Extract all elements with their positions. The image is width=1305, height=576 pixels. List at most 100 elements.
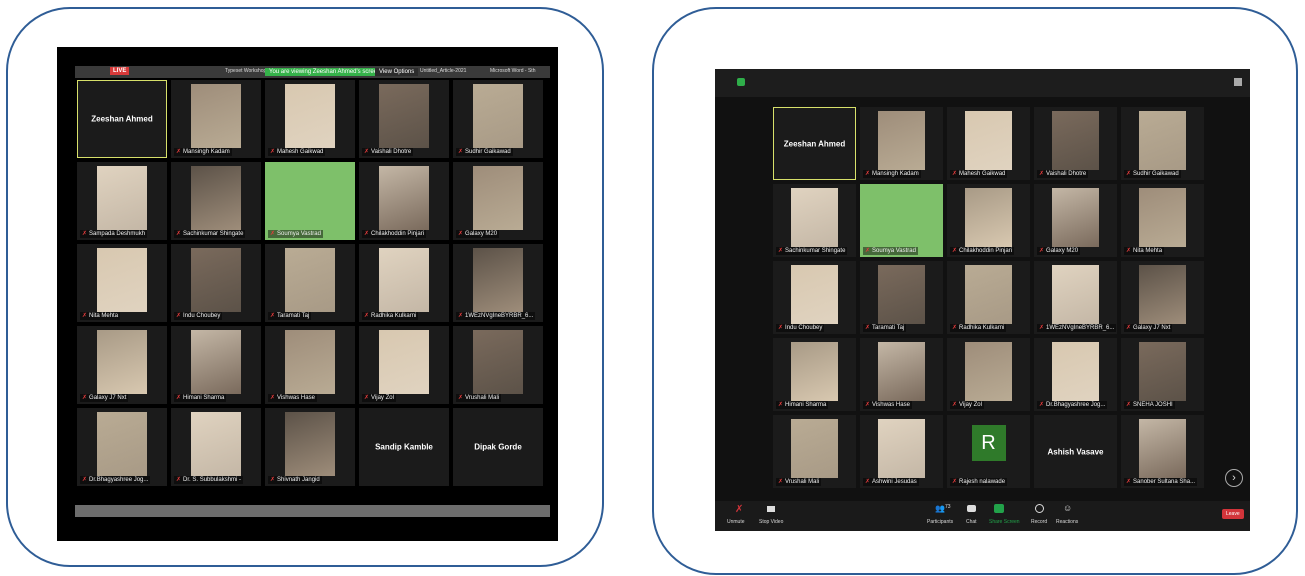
participant-name-text: Soumya Vastrad [277,231,321,237]
mic-muted-icon: ✗ [458,149,464,155]
left-participant-tile[interactable]: ✗ 1WEzNVgIneBYRBR_6... [453,244,543,322]
left-participant-tile[interactable]: ✗ Himani Sharma [171,326,261,404]
participant-name-text: Sudhir Gaikawad [465,149,511,155]
share-screen-icon[interactable] [994,504,1004,513]
right-participant-tile[interactable]: ✗ 1WEzNVgIneBYRBR_6... [1034,261,1117,334]
right-participant-tile[interactable]: ✗ Himani Sharma [773,338,856,411]
stop-video-button[interactable]: Stop Video [759,519,783,525]
participants-icon[interactable]: 👥 [935,504,945,513]
participants-button[interactable]: Participants [927,519,953,525]
participant-name-label: ✗ SNEHA JOSHI [1124,401,1175,409]
mic-off-icon[interactable]: ✗ [735,504,743,515]
left-video-grid: Zeeshan Ahmed ✗ Mansingh Kadam ✗ Mahesh Gaik… [77,80,547,510]
unmute-button[interactable]: Unmute [727,519,745,525]
participant-name-label: ✗ Radhika Kulkarni [362,312,419,320]
view-icon[interactable] [1234,78,1242,86]
next-page-button[interactable]: › [1225,469,1243,487]
video-feed-image [378,248,430,312]
right-participant-tile[interactable]: ✗ Vishwas Hase [860,338,943,411]
left-participant-tile[interactable]: ✗ Sudhir Gaikawad [453,80,543,158]
left-participant-tile[interactable]: ✗ Vaishali Dhotre [359,80,449,158]
right-participant-tile[interactable]: ✗ Dr.Bhagyashree Jog... [1034,338,1117,411]
right-participant-tile[interactable]: ✗ Sanober Sultana Sha... [1121,415,1204,488]
reactions-button[interactable]: Reactions [1056,519,1078,525]
mic-muted-icon: ✗ [778,479,784,485]
left-participant-tile[interactable]: ✗ Radhika Kulkarni [359,244,449,322]
left-participant-tile[interactable]: ✗ Vijay Zol [359,326,449,404]
left-participant-tile[interactable]: ✗ Taramati Taj [265,244,355,322]
right-participant-tile[interactable]: ✗ Ashwini Jesudas [860,415,943,488]
video-feed-image [472,166,524,230]
video-feed-image [472,84,524,148]
record-button[interactable]: Record [1031,519,1047,525]
participant-name-label: ✗ Galaxy J7 Nxt [1124,324,1173,332]
right-participant-tile[interactable]: ✗ Soumya Vastrad [860,184,943,257]
left-participant-tile[interactable]: ✗ Mansingh Kadam [171,80,261,158]
chat-button[interactable]: Chat [966,519,977,525]
mic-muted-icon: ✗ [82,231,88,237]
mic-muted-icon: ✗ [1039,248,1045,254]
right-participant-tile[interactable]: ✗ Indu Choubey [773,261,856,334]
left-frame: LIVE Typeset Workshop Untitled_Article-2… [6,7,604,567]
right-participant-tile[interactable]: ✗ Sachinkumar Shingate [773,184,856,257]
share-screen-button[interactable]: Share Screen [989,519,1020,525]
left-participant-tile[interactable]: ✗ Galaxy M20 [453,162,543,240]
right-participant-tile[interactable]: ✗ Taramati Taj [860,261,943,334]
right-participant-tile[interactable]: Zeeshan Ahmed [773,107,856,180]
mic-muted-icon: ✗ [176,477,182,483]
participant-name-label: ✗ Sampada Deshmukh [80,230,148,238]
left-participant-tile[interactable]: ✗ Indu Choubey [171,244,261,322]
participant-name-label: ✗ Vishwas Hase [268,394,317,402]
left-participant-tile[interactable]: ✗ Vrushali Mali [453,326,543,404]
browser-tab[interactable]: Untitled_Article-2021 [420,68,466,74]
left-participant-tile[interactable]: Zeeshan Ahmed [77,80,167,158]
left-participant-tile[interactable]: Sandip Kamble [359,408,449,486]
left-participant-tile[interactable]: ✗ Mahesh Gaikwad [265,80,355,158]
left-participant-tile[interactable]: ✗ Nita Mehta [77,244,167,322]
left-participant-tile[interactable]: ✗ Dr. S. Subbulakshmi - [171,408,261,486]
video-feed-image [965,111,1012,170]
left-participant-tile[interactable]: ✗ Galaxy J7 Nxt [77,326,167,404]
left-participant-tile[interactable]: ✗ Chilakhoddin Pinjari [359,162,449,240]
left-participant-tile[interactable]: ✗ Dr.Bhagyashree Jog... [77,408,167,486]
right-participant-tile[interactable]: R ✗ Rajesh nalawade [947,415,1030,488]
leave-button[interactable]: Leave [1222,509,1244,519]
browser-tab[interactable]: Microsoft Word - Sth [490,68,535,74]
mic-muted-icon: ✗ [1126,479,1132,485]
left-participant-tile[interactable]: Dipak Gorde [453,408,543,486]
right-participant-tile[interactable]: ✗ Nita Mehta [1121,184,1204,257]
mic-muted-icon: ✗ [952,171,958,177]
participant-name-text: Vrushali Mali [785,479,820,485]
mic-muted-icon: ✗ [270,231,276,237]
participant-name-label: ✗ Sudhir Gaikawad [1124,170,1181,178]
left-participant-tile[interactable]: ✗ Vishwas Hase [265,326,355,404]
right-participant-tile[interactable]: ✗ Radhika Kulkarni [947,261,1030,334]
right-participant-tile[interactable]: ✗ Mansingh Kadam [860,107,943,180]
right-participant-tile[interactable]: ✗ Chilakhoddin Pinjari [947,184,1030,257]
browser-tab[interactable]: Typeset Workshop [225,68,266,74]
left-participant-tile[interactable]: ✗ Shivnath Jangid [265,408,355,486]
left-participant-tile[interactable]: ✗ Sachinkumar Shingate [171,162,261,240]
reactions-icon[interactable]: ☺ [1063,503,1072,513]
right-participant-tile[interactable]: ✗ Mahesh Gaikwad [947,107,1030,180]
participant-name-display: Dipak Gorde [474,442,522,452]
participant-name-text: Shivnath Jangid [277,477,320,483]
right-participant-tile[interactable]: Ashish Vasave [1034,415,1117,488]
record-icon[interactable] [1035,504,1044,513]
left-participant-tile[interactable]: ✗ Soumya Vastrad [265,162,355,240]
right-participant-tile[interactable]: ✗ Galaxy J7 Nxt [1121,261,1204,334]
video-feed-image [965,265,1012,324]
right-participant-tile[interactable]: ✗ Vrushali Mali [773,415,856,488]
participant-name-label: ✗ Himani Sharma [174,394,227,402]
right-participant-tile[interactable]: ✗ Vijay Zol [947,338,1030,411]
video-camera-icon[interactable] [767,506,775,512]
chat-icon[interactable] [967,505,976,512]
right-participant-tile[interactable]: ✗ Sudhir Gaikawad [1121,107,1204,180]
right-participant-tile[interactable]: ✗ Vaishali Dhotre [1034,107,1117,180]
left-participant-tile[interactable]: ✗ Sampada Deshmukh [77,162,167,240]
view-options-button[interactable]: View Options [375,68,419,76]
mic-muted-icon: ✗ [458,231,464,237]
right-participant-tile[interactable]: ✗ SNEHA JOSHI [1121,338,1204,411]
mic-muted-icon: ✗ [176,231,182,237]
right-participant-tile[interactable]: ✗ Galaxy M20 [1034,184,1117,257]
